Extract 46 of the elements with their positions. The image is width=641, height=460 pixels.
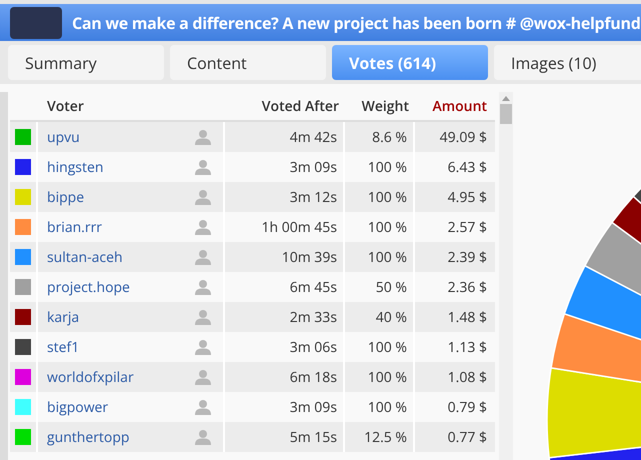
scroll-up-icon: [502, 95, 510, 101]
voter-link[interactable]: gunthertopp: [47, 426, 130, 448]
voter-link[interactable]: project.hope: [47, 276, 130, 298]
table-cell-text: 2.39 $: [446, 246, 488, 268]
tab[interactable]: Images (10): [494, 45, 641, 80]
table-cell-text: 1.48 $: [446, 306, 488, 328]
voter-link[interactable]: sultan-aceh: [47, 246, 123, 268]
voter-link[interactable]: brian.rrr: [47, 216, 102, 238]
scroll-thumb[interactable]: [500, 104, 512, 124]
table-cell-text: 49.09 $: [438, 126, 488, 148]
table-cell-text: 1.13 $: [446, 336, 488, 358]
user-icon: [195, 339, 211, 355]
table-cell-text: 4.95 $: [446, 186, 488, 208]
user-icon: [195, 219, 211, 235]
voter-link[interactable]: hingsten: [47, 156, 104, 178]
table-cell-text: 1.08 $: [446, 366, 488, 388]
user-icon: [195, 399, 211, 415]
user-icon: [195, 309, 211, 325]
user-icon: [195, 129, 211, 145]
user-icon: [195, 429, 211, 445]
tab[interactable]: Summary: [8, 45, 164, 80]
voter-link[interactable]: stef1: [47, 336, 80, 358]
voter-link[interactable]: worldofxpilar: [47, 366, 134, 388]
table-cell-text: 0.77 $: [446, 426, 488, 448]
tab[interactable]: Content: [170, 45, 326, 80]
column-header: Voted After: [260, 96, 340, 116]
table-cell-text: 0.79 $: [446, 396, 488, 418]
column-header: Weight: [360, 96, 410, 116]
table-cell-text: 2.57 $: [446, 216, 488, 238]
user-icon: [195, 189, 211, 205]
user-icon: [195, 279, 211, 295]
column-header: Amount: [432, 96, 488, 116]
voter-link[interactable]: bippe: [47, 186, 84, 208]
post-title: Can we make a difference? A new project has been born # @wox-helpfund: [72, 10, 641, 34]
column-header: Voter: [46, 96, 85, 116]
table-cell: 12.5 %: [345, 422, 415, 452]
table-cell: 5m 15s: [225, 422, 345, 452]
thumbnail-placeholder: [10, 6, 62, 38]
user-icon: [195, 159, 211, 175]
table-cell-text: 2.36 $: [446, 276, 488, 298]
table-cell-text: 6.43 $: [446, 156, 488, 178]
user-icon: [195, 249, 211, 265]
user-icon: [195, 369, 211, 385]
voter-link[interactable]: karja: [47, 306, 80, 328]
voter-link[interactable]: bigpower: [47, 396, 108, 418]
voter-link[interactable]: upvu: [47, 126, 80, 148]
